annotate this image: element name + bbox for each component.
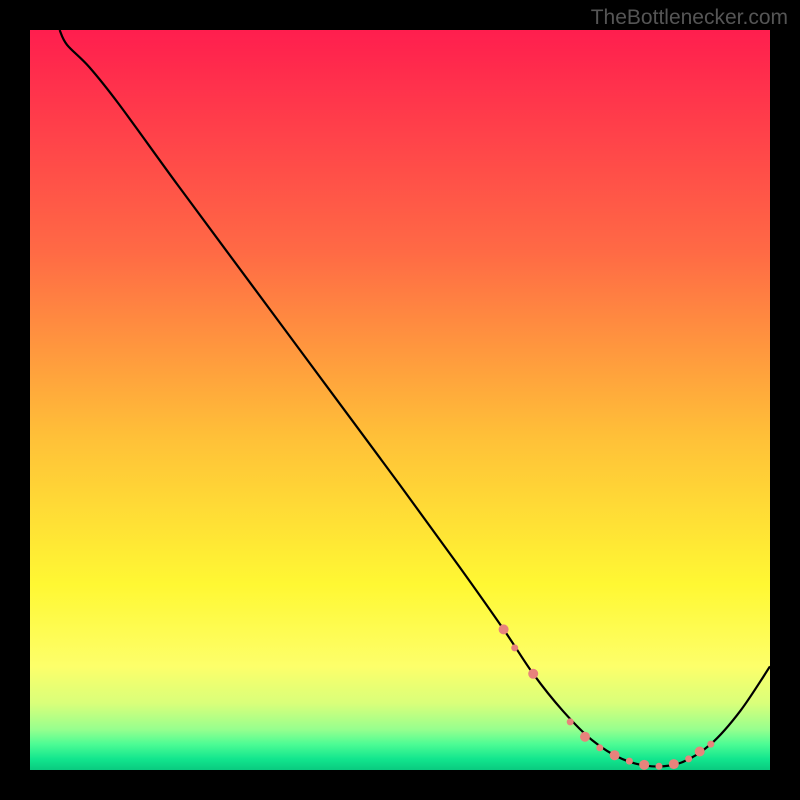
curve-layer [30,30,770,770]
marker-dot [528,669,538,679]
marker-dot [695,747,705,757]
highlight-markers [499,624,715,769]
watermark-text: TheBottlenecker.com [591,6,788,30]
plot-area [30,30,770,770]
marker-dot [580,732,590,742]
marker-dot [610,750,620,760]
marker-dot [626,758,633,765]
marker-dot [639,760,649,770]
marker-dot [707,741,714,748]
marker-dot [669,759,679,769]
bottleneck-curve [60,30,770,767]
marker-dot [596,744,603,751]
marker-dot [511,644,518,651]
marker-dot [656,763,663,770]
marker-dot [499,624,509,634]
marker-dot [567,718,574,725]
marker-dot [685,755,692,762]
